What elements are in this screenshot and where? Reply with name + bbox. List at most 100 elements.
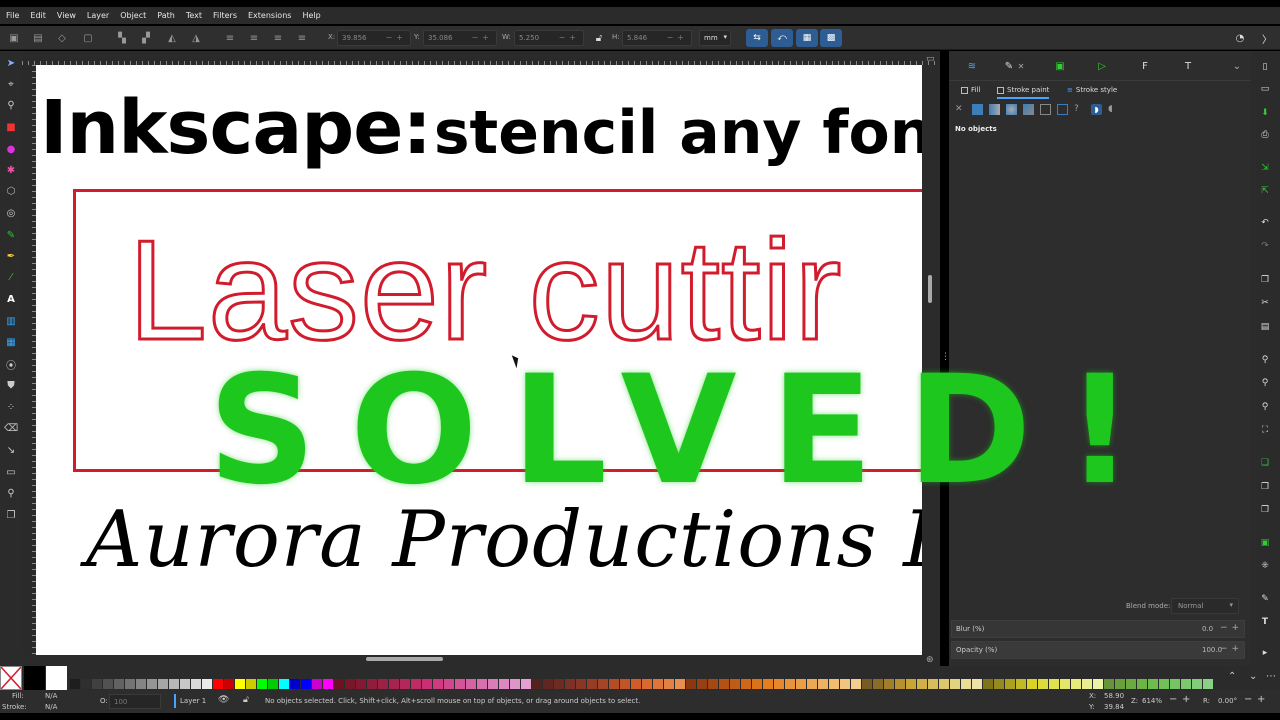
spray-tool-icon[interactable]: ⁘ bbox=[4, 400, 18, 414]
node-tool-icon[interactable]: ⌖ bbox=[4, 77, 18, 91]
horizontal-ruler[interactable] bbox=[22, 51, 940, 65]
color-swatch[interactable] bbox=[686, 679, 696, 689]
color-swatch[interactable] bbox=[961, 679, 971, 689]
menu-view[interactable]: View bbox=[57, 11, 76, 20]
font-tab-icon[interactable]: F bbox=[1138, 59, 1152, 73]
color-swatch[interactable] bbox=[664, 679, 674, 689]
y-field[interactable]: 35.086 −+ bbox=[423, 30, 497, 46]
rotate-minus-icon[interactable]: − bbox=[1244, 694, 1252, 705]
color-swatch[interactable] bbox=[191, 679, 201, 689]
deselect-icon[interactable]: ◇ bbox=[56, 32, 68, 44]
undo-icon[interactable]: ↶ bbox=[1259, 217, 1271, 229]
outlined-laser-text[interactable]: Laser cuttir bbox=[126, 218, 842, 363]
opacity-stepper-icon[interactable]: −+ bbox=[1220, 644, 1243, 654]
eraser-tool-icon[interactable]: ⌫ bbox=[4, 421, 18, 435]
ungroup-icon[interactable]: ⁜ bbox=[1259, 560, 1271, 572]
selector-tool-icon[interactable]: ➤ bbox=[4, 56, 18, 70]
snap-options-icon[interactable]: 〉 bbox=[1261, 32, 1273, 46]
color-swatch[interactable] bbox=[499, 679, 509, 689]
pattern-icon[interactable] bbox=[1040, 104, 1051, 115]
color-swatch[interactable] bbox=[829, 679, 839, 689]
x-stepper-icon[interactable]: −+ bbox=[386, 33, 407, 42]
color-swatch[interactable] bbox=[1137, 679, 1147, 689]
color-swatch[interactable] bbox=[741, 679, 751, 689]
color-swatch[interactable] bbox=[873, 679, 883, 689]
color-swatch[interactable] bbox=[730, 679, 740, 689]
pages-tool-icon[interactable]: ❐ bbox=[4, 508, 18, 522]
raise-to-top-icon[interactable]: ▚ bbox=[116, 32, 128, 44]
lower-to-bottom-icon[interactable]: ▞ bbox=[140, 32, 152, 44]
color-swatch[interactable] bbox=[1093, 679, 1103, 689]
transform-gradients-button[interactable]: ▦ bbox=[796, 29, 818, 47]
palette-down-icon[interactable]: ⌄ bbox=[1249, 671, 1257, 682]
tweak-tool-icon[interactable]: ⚲ bbox=[4, 98, 18, 112]
clone-icon[interactable]: ❐ bbox=[1259, 481, 1271, 493]
color-swatch[interactable] bbox=[202, 679, 212, 689]
color-swatch[interactable] bbox=[268, 679, 278, 689]
export-icon[interactable]: ⇱ bbox=[1259, 185, 1271, 197]
scale-stroke-button[interactable]: ⇆ bbox=[746, 29, 768, 47]
gradient-tool-icon[interactable]: ▥ bbox=[4, 314, 18, 328]
color-swatch[interactable] bbox=[235, 679, 245, 689]
color-swatch[interactable] bbox=[1115, 679, 1125, 689]
color-swatch[interactable] bbox=[103, 679, 113, 689]
tab-stroke-style[interactable]: ≡ Stroke style bbox=[1067, 86, 1117, 94]
open-file-icon[interactable]: ▭ bbox=[1259, 83, 1271, 95]
color-swatch[interactable] bbox=[950, 679, 960, 689]
color-swatch[interactable] bbox=[224, 679, 234, 689]
color-swatch[interactable] bbox=[125, 679, 135, 689]
align-top-icon[interactable]: ≡ bbox=[224, 32, 236, 44]
unset-paint-icon[interactable]: ? bbox=[1074, 104, 1085, 115]
rotation-value[interactable]: 0.00° bbox=[1218, 697, 1237, 705]
no-color-swatch[interactable] bbox=[0, 666, 22, 690]
rotate-plus-icon[interactable]: + bbox=[1257, 694, 1265, 705]
color-swatch[interactable] bbox=[136, 679, 146, 689]
color-swatch[interactable] bbox=[675, 679, 685, 689]
color-swatch[interactable] bbox=[488, 679, 498, 689]
palette-menu-icon[interactable]: ⋯ bbox=[1266, 671, 1276, 682]
color-swatch[interactable] bbox=[609, 679, 619, 689]
zoom-selection-icon[interactable]: ⚲ bbox=[1259, 354, 1271, 366]
y-stepper-icon[interactable]: −+ bbox=[472, 33, 493, 42]
x-field[interactable]: 39.856 −+ bbox=[337, 30, 411, 46]
color-swatch[interactable] bbox=[169, 679, 179, 689]
color-swatch[interactable] bbox=[433, 679, 443, 689]
current-layer-label[interactable]: Layer 1 bbox=[180, 697, 206, 705]
save-icon[interactable]: ⬇ bbox=[1259, 107, 1271, 119]
opacity-indicator-field[interactable]: 100 bbox=[109, 694, 161, 709]
color-swatch[interactable] bbox=[147, 679, 157, 689]
align-bottom-icon[interactable]: ≡ bbox=[272, 32, 284, 44]
color-swatch[interactable] bbox=[1016, 679, 1026, 689]
menu-edit[interactable]: Edit bbox=[30, 11, 46, 20]
rectangle-tool-icon[interactable]: ■ bbox=[4, 120, 18, 134]
zoom-drawing-icon[interactable]: ⚲ bbox=[1259, 377, 1271, 389]
menu-layer[interactable]: Layer bbox=[87, 11, 109, 20]
align-middle-icon[interactable]: ≡ bbox=[248, 32, 260, 44]
color-swatch[interactable] bbox=[576, 679, 586, 689]
select-all-icon[interactable]: ▣ bbox=[8, 32, 20, 44]
fill-rule-nonzero-icon[interactable]: ◖ bbox=[1108, 104, 1119, 115]
color-swatch[interactable] bbox=[1181, 679, 1191, 689]
color-swatch[interactable] bbox=[466, 679, 476, 689]
fill-rule-evenodd-icon[interactable]: ◗ bbox=[1091, 104, 1102, 115]
color-swatch[interactable] bbox=[1104, 679, 1114, 689]
color-swatch[interactable] bbox=[554, 679, 564, 689]
text-tab-icon[interactable]: T bbox=[1181, 59, 1195, 73]
more-commands-icon[interactable]: ▸ bbox=[1259, 647, 1271, 659]
connector-tool-icon[interactable]: ↘ bbox=[4, 443, 18, 457]
color-swatch[interactable] bbox=[367, 679, 377, 689]
color-swatch[interactable] bbox=[543, 679, 553, 689]
color-swatch[interactable] bbox=[444, 679, 454, 689]
color-swatch[interactable] bbox=[1071, 679, 1081, 689]
color-swatch[interactable] bbox=[895, 679, 905, 689]
color-swatch[interactable] bbox=[114, 679, 124, 689]
color-swatch[interactable] bbox=[180, 679, 190, 689]
vertical-ruler[interactable] bbox=[22, 65, 36, 655]
color-swatch[interactable] bbox=[389, 679, 399, 689]
color-swatch[interactable] bbox=[818, 679, 828, 689]
select-all-layers-icon[interactable]: ▤ bbox=[32, 32, 44, 44]
color-swatch[interactable] bbox=[1192, 679, 1202, 689]
tab-stroke-paint[interactable]: Stroke paint bbox=[997, 86, 1050, 99]
color-swatch[interactable] bbox=[257, 679, 267, 689]
no-paint-icon[interactable]: ✕ bbox=[955, 104, 966, 115]
